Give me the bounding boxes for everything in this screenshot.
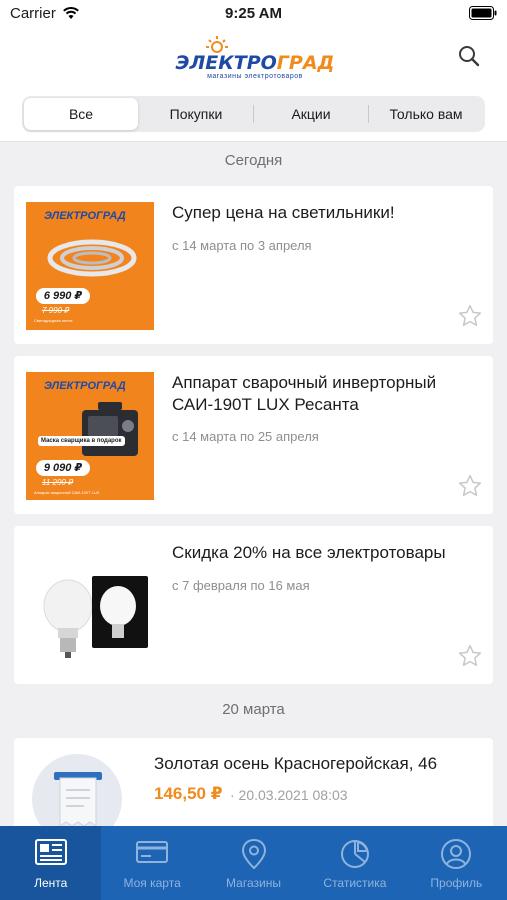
battery-icon [469, 6, 497, 24]
promo-fine-print: Аппарат сварочный САИ-190Т LUX [34, 490, 100, 495]
tab-label: Статистика [323, 876, 387, 890]
star-icon[interactable] [457, 473, 483, 504]
tab-profile[interactable]: Профиль [406, 826, 507, 900]
feed-icon [34, 838, 68, 871]
tab-feed[interactable]: Лента [0, 826, 102, 900]
tab-my-card[interactable]: Моя карта [101, 826, 202, 900]
logo-wordmark: ЭЛЕКТРОГРАД [175, 52, 335, 74]
status-bar: Carrier 9:25 AM [0, 0, 507, 28]
tab-label: Лента [34, 876, 68, 890]
promo-dates: с 14 марта по 25 апреля [172, 429, 319, 444]
tab-stores[interactable]: Магазины [203, 826, 304, 900]
promo-old-price: 7 990 ₽ [42, 306, 70, 315]
promo-old-price: 11 290 ₽ [42, 478, 74, 487]
search-icon[interactable] [457, 44, 481, 73]
star-icon[interactable] [457, 303, 483, 334]
promo-price: 6 990 ₽ [36, 288, 90, 304]
bottom-tab-bar: Лента Моя карта Магазины Статистика Проф… [0, 826, 507, 900]
filter-tab-promotions[interactable]: Акции [254, 98, 368, 130]
purchase-amount: 146,50 ₽ [154, 784, 223, 803]
promo-dates: с 7 февраля по 16 мая [172, 578, 310, 593]
promo-dates: с 14 марта по 3 апреля [172, 238, 312, 253]
promo-title: Скидка 20% на все электротовары [172, 543, 446, 562]
led-strip-icon [47, 239, 137, 277]
tab-label: Профиль [430, 876, 483, 890]
tab-label: Магазины [226, 876, 281, 890]
welder-icon [82, 402, 138, 456]
promo-gift-label: Маска сварщика в подарок [38, 436, 125, 446]
section-header-march: 20 марта [222, 701, 285, 718]
purchase-datetime: · 20.03.2021 08:03 [230, 787, 348, 803]
promo-card[interactable]: Скидка 20% на все электротовары с 7 февр… [14, 526, 493, 684]
brand-logo: ЭЛЕКТРОГРАД магазины электротоваров [170, 36, 340, 82]
filter-tab-purchases[interactable]: Покупки [139, 98, 253, 130]
filter-tab-for-you[interactable]: Только вам [369, 98, 483, 130]
lightbulb-product-icon [43, 576, 148, 658]
tab-label: Моя карта [123, 876, 181, 890]
feed-filter-segmented-control: Все Покупки Акции Только вам [22, 96, 485, 132]
promo-price: 9 090 ₽ [36, 460, 90, 476]
promo-fine-print: Светодиодная лента [34, 318, 73, 323]
star-icon[interactable] [457, 643, 483, 674]
section-header-today: Сегодня [224, 152, 283, 169]
promo-title: Аппарат сварочный инверторный САИ-190Т L… [172, 373, 437, 414]
promo-image-welder: ЭЛЕКТРОГРАД Маска сварщика в подарок 9 0… [26, 372, 154, 500]
pie-chart-icon [339, 838, 371, 875]
app-header: ЭЛЕКТРОГРАД магазины электротоваров [0, 28, 507, 90]
filter-bar: Все Покупки Акции Только вам [0, 90, 507, 142]
promo-logo: ЭЛЕКТРОГРАД [44, 210, 126, 222]
promo-card[interactable]: ЭЛЕКТРОГРАД Маска сварщика в подарок 9 0… [14, 356, 493, 514]
purchase-store-name: Золотая осень Красногеройская, 46 [154, 754, 438, 773]
profile-icon [440, 838, 472, 875]
clock: 9:25 AM [225, 5, 282, 22]
promo-title: Супер цена на светильники! [172, 203, 395, 222]
promo-image-lamps: ЭЛЕКТРОГРАД 6 990 ₽ 7 990 ₽ Светодиодная… [26, 202, 154, 330]
filter-tab-all[interactable]: Все [24, 98, 138, 130]
promo-logo: ЭЛЕКТРОГРАД [44, 380, 126, 392]
promo-image-bulbs [26, 542, 154, 670]
receipt-icon [54, 772, 102, 827]
logo-subtitle: магазины электротоваров [207, 73, 303, 80]
card-icon [135, 838, 169, 871]
promo-card[interactable]: ЭЛЕКТРОГРАД 6 990 ₽ 7 990 ₽ Светодиодная… [14, 186, 493, 344]
map-pin-icon [240, 838, 268, 875]
tab-statistics[interactable]: Статистика [304, 826, 405, 900]
